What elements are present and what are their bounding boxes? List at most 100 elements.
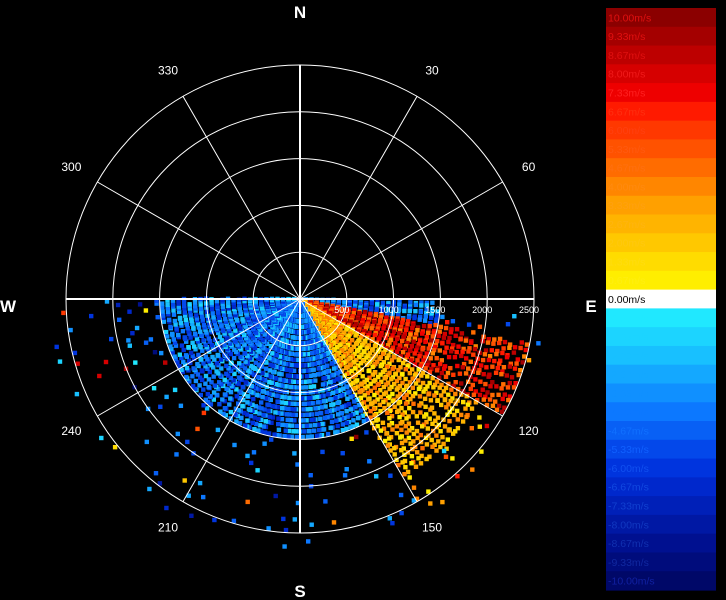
radar-return-cell	[168, 324, 173, 329]
radar-return-cell	[397, 414, 402, 420]
radar-return-cell	[378, 428, 384, 433]
radar-return-cell	[409, 344, 415, 349]
radar-return-cell	[186, 345, 191, 350]
radar-return-cell	[441, 335, 447, 340]
radar-return-cell	[331, 520, 337, 525]
radar-return-cell	[471, 330, 476, 335]
radar-return-cell	[172, 387, 178, 393]
color-scale-label: -5.33m/s	[608, 444, 649, 456]
radar-return-cell	[257, 411, 262, 416]
radar-return-cell	[280, 422, 285, 427]
radar-return-cell	[172, 318, 178, 324]
radar-return-cell	[294, 434, 300, 440]
radar-return-cell	[112, 445, 118, 450]
radar-return-cell	[143, 308, 149, 313]
radar-return-cell	[418, 309, 423, 315]
radar-return-cell	[348, 407, 353, 412]
radar-return-cell	[384, 431, 389, 436]
radar-return-cell	[446, 354, 452, 360]
bearing-label: 330	[158, 63, 178, 77]
radar-return-cell	[394, 424, 400, 429]
radar-return-cell	[387, 516, 392, 521]
radar-return-cell	[201, 410, 207, 416]
radar-return-cell	[440, 314, 445, 320]
radar-return-cell	[490, 403, 496, 408]
radar-return-cell	[54, 344, 59, 350]
radar-return-cell	[477, 392, 483, 398]
radar-return-cell	[434, 368, 440, 373]
radar-return-cell	[480, 357, 486, 363]
radar-return-cell	[417, 317, 422, 322]
radar-return-cell	[283, 400, 289, 406]
radar-return-cell	[495, 365, 500, 371]
radar-return-cell	[304, 374, 310, 379]
radar-return-cell	[499, 372, 504, 377]
radar-return-cell	[240, 384, 245, 390]
radar-return-cell	[290, 335, 295, 340]
radar-return-cell	[426, 392, 431, 397]
radar-return-cell	[463, 406, 468, 411]
radar-return-cell	[353, 333, 358, 338]
radar-return-cell	[115, 302, 121, 308]
radar-return-cell	[411, 401, 416, 406]
radar-return-cell	[490, 364, 495, 369]
radar-return-cell	[504, 373, 509, 378]
radar-return-cell	[283, 527, 289, 533]
color-scale-label: -6.67m/s	[608, 482, 649, 494]
radar-return-cell	[385, 443, 390, 448]
radar-return-cell	[197, 383, 202, 388]
bearing-label: 210	[158, 521, 178, 535]
radar-return-cell	[335, 400, 340, 406]
radar-return-cell	[225, 300, 231, 306]
color-scale-label: -3.33m/s	[608, 388, 649, 400]
radar-return-cell	[201, 387, 206, 392]
radar-return-cell	[320, 449, 325, 455]
radar-return-cell	[292, 451, 297, 456]
radar-return-cell	[434, 433, 439, 438]
radar-return-cell	[388, 448, 393, 453]
radar-return-cell	[171, 337, 176, 342]
radar-return-cell	[308, 384, 313, 390]
radar-return-cell	[372, 392, 377, 398]
radar-return-cell	[198, 329, 203, 334]
radar-return-cell	[425, 330, 431, 335]
radar-return-cell	[180, 329, 186, 334]
radar-return-cell	[245, 418, 250, 423]
radar-return-cell	[415, 420, 421, 425]
radar-return-cell	[306, 401, 311, 406]
radar-return-cell	[171, 312, 177, 317]
range-label: 1500	[425, 305, 445, 315]
radar-return-cell	[522, 354, 527, 359]
range-label: 2000	[472, 305, 492, 315]
bearing-label: 240	[61, 424, 81, 438]
radar-return-cell	[455, 408, 460, 414]
radar-return-cell	[366, 368, 371, 374]
radar-return-cell	[420, 380, 426, 386]
radar-return-cell	[400, 460, 405, 465]
radar-return-cell	[344, 365, 349, 371]
radar-return-cell	[109, 336, 114, 342]
radar-return-cell	[147, 486, 152, 492]
radar-return-cell	[189, 513, 194, 518]
radar-return-cell	[152, 350, 158, 355]
radar-return-cell	[340, 422, 345, 427]
radar-return-cell	[440, 341, 445, 346]
radar-return-cell	[201, 338, 206, 343]
radar-return-cell	[203, 373, 209, 379]
radar-return-cell	[170, 331, 175, 337]
radar-return-cell	[484, 423, 490, 429]
radar-return-cell	[276, 421, 281, 427]
radar-return-cell	[280, 405, 285, 411]
radar-return-cell	[469, 426, 474, 431]
color-scale-label: -8.00m/s	[608, 519, 649, 531]
radar-return-cell	[377, 402, 382, 407]
radar-return-cell	[402, 472, 407, 477]
radar-return-cell	[421, 389, 426, 394]
radar-return-cell	[282, 433, 287, 439]
radar-return-cell	[130, 331, 135, 336]
radar-return-cell	[478, 379, 483, 384]
radar-return-cell	[160, 313, 166, 318]
radar-return-cell	[127, 309, 132, 314]
radar-return-cell	[377, 319, 383, 324]
radar-return-cell	[197, 480, 203, 486]
